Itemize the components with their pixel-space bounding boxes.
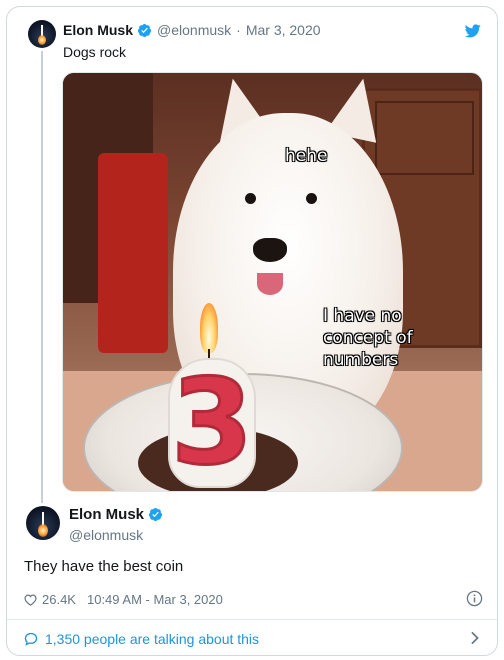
embedded-tweet-card: Elon Musk @elonmusk · Mar 3, 2020 Dogs r… xyxy=(6,6,498,656)
candle-number: 3 xyxy=(169,353,254,491)
author-handle[interactable]: @elonmusk xyxy=(69,527,143,543)
verified-badge-icon xyxy=(148,507,163,522)
dog-eye-right xyxy=(306,193,317,204)
number-candle: 3 xyxy=(168,358,256,488)
verified-badge-icon xyxy=(137,23,152,37)
speech-bubble-icon xyxy=(24,632,38,646)
tweet-timestamp[interactable]: 10:49 AM - Mar 3, 2020 xyxy=(87,592,223,607)
chevron-right-icon[interactable] xyxy=(470,631,479,645)
candle-flame xyxy=(200,303,218,353)
thread-line xyxy=(41,51,43,503)
author-name[interactable]: Elon Musk xyxy=(69,506,144,523)
like-count[interactable]: 26.4K xyxy=(42,592,76,607)
tweet-image[interactable]: 3 hehe I have no concept of numbers xyxy=(62,72,483,492)
author-name-row: Elon Musk xyxy=(69,506,163,523)
meme-caption-numbers: I have no concept of numbers xyxy=(323,306,413,370)
quoted-date[interactable]: Mar 3, 2020 xyxy=(246,22,321,38)
twitter-bird-icon[interactable] xyxy=(465,24,481,38)
quoted-tweet-text: Dogs rock xyxy=(63,44,127,60)
tweet-text: They have the best coin xyxy=(24,558,184,575)
quoted-avatar[interactable] xyxy=(28,20,56,48)
dog-eye-left xyxy=(245,193,256,204)
author-avatar[interactable] xyxy=(26,506,60,540)
rocket-flame xyxy=(38,35,46,45)
conversation-link[interactable]: 1,350 people are talking about this xyxy=(24,631,259,647)
red-chair xyxy=(98,153,168,353)
divider xyxy=(7,619,497,620)
quoted-tweet-header: Elon Musk @elonmusk · Mar 3, 2020 xyxy=(63,22,321,38)
quoted-handle[interactable]: @elonmusk xyxy=(157,22,231,38)
meme-caption-hehe: hehe xyxy=(285,146,328,166)
rocket-flame xyxy=(38,524,48,537)
info-icon[interactable] xyxy=(466,590,483,607)
conversation-count-text[interactable]: 1,350 people are talking about this xyxy=(45,631,259,647)
quoted-author-name[interactable]: Elon Musk xyxy=(63,22,133,38)
heart-icon[interactable] xyxy=(24,594,37,606)
tweet-actions: 26.4K 10:49 AM - Mar 3, 2020 xyxy=(24,592,223,607)
dog-tongue xyxy=(257,273,283,295)
meta-separator: · xyxy=(236,22,241,38)
dog-nose xyxy=(253,238,287,262)
